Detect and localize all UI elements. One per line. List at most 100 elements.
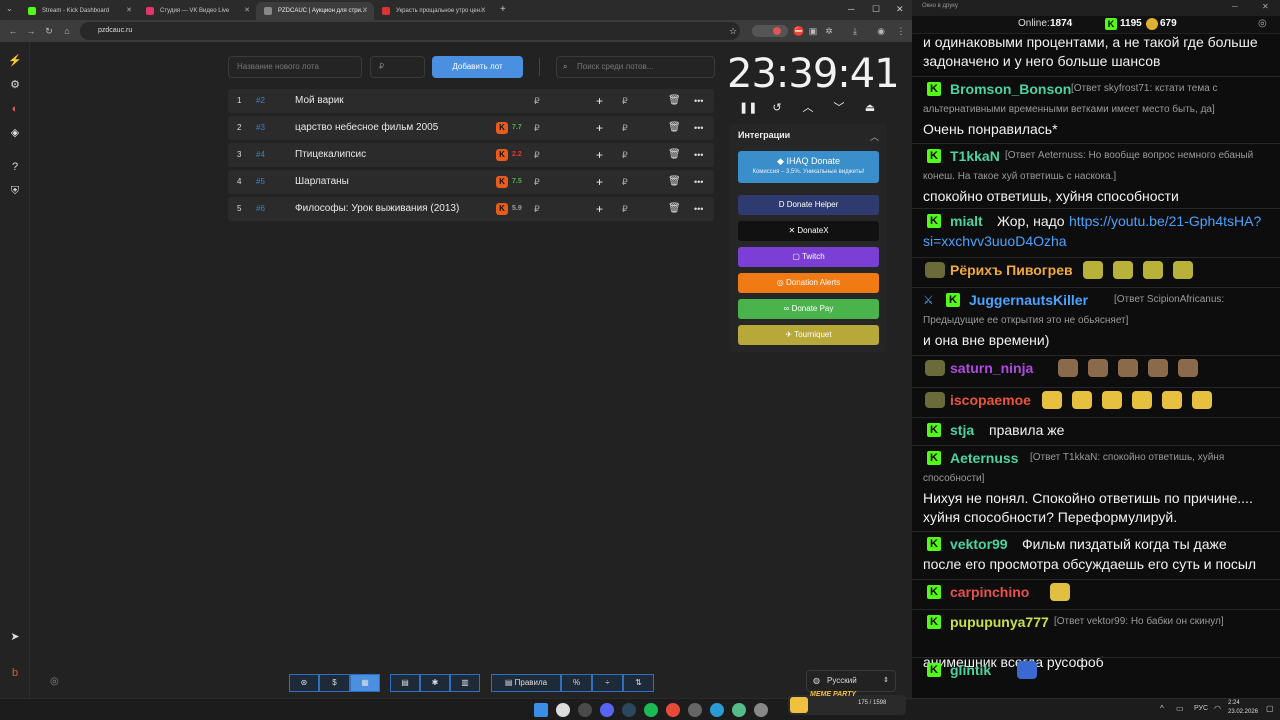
more-options-icon[interactable]: ••• [694, 143, 703, 167]
lot-id-link[interactable]: #6 [256, 197, 265, 221]
close-icon[interactable]: ✕ [244, 2, 250, 20]
help-icon[interactable]: ? [8, 160, 22, 174]
extension-icon[interactable] [773, 27, 781, 35]
tray-chevron-icon[interactable]: ^ [1160, 704, 1164, 713]
chat-username[interactable]: glintik [950, 660, 991, 680]
more-options-icon[interactable]: ••• [694, 170, 703, 194]
telegram-icon[interactable]: ➤ [8, 630, 22, 644]
settings-icon[interactable]: ⚙ [8, 78, 22, 92]
telegram-icon[interactable] [710, 703, 724, 717]
boosty-icon[interactable]: b [8, 666, 22, 680]
lot-row[interactable]: 2 #3 царство небесное фильм 2005 K 7.7 ₽ + ₽ 🗑 ••… [228, 116, 714, 140]
lot-name[interactable]: Птицекалипсис [295, 143, 366, 167]
close-icon[interactable]: ✕ [1262, 2, 1269, 11]
extension-icon[interactable]: ⛔ [792, 24, 806, 38]
lot-extra-amount[interactable]: ₽ [622, 89, 628, 113]
add-amount-icon[interactable]: + [596, 143, 603, 167]
percent-button[interactable]: % [561, 674, 592, 692]
clock-time[interactable]: 2:24 [1228, 700, 1240, 706]
eye-icon[interactable]: ◎ [50, 676, 59, 687]
chat-username[interactable]: pupupunya777 [950, 612, 1049, 632]
start-icon[interactable] [534, 703, 548, 717]
obs-icon[interactable] [578, 703, 592, 717]
divide-button[interactable]: ÷ [592, 674, 623, 692]
bookmark-star-icon[interactable]: ☆ [726, 24, 740, 38]
integration-button[interactable]: D Donate Helper [738, 195, 879, 215]
chat-username[interactable]: iscopaemoe [950, 390, 1031, 410]
reset-icon[interactable]: ↺ [770, 101, 784, 115]
network-icon[interactable]: ▭ [1176, 704, 1184, 713]
minimize-icon[interactable]: ─ [848, 4, 854, 14]
more-options-icon[interactable]: ••• [694, 89, 703, 113]
discord-icon[interactable] [600, 703, 614, 717]
tab-menu-icon[interactable]: ⌄ [6, 4, 13, 13]
lot-row[interactable]: 4 #5 Шарлатаны K 7.5 ₽ + ₽ 🗑 ••• [228, 170, 714, 194]
collapse-icon[interactable]: ︿ [870, 130, 879, 143]
lot-extra-amount[interactable]: ₽ [622, 116, 628, 140]
chat-link[interactable]: https://youtu.be/21-Gph4tsHA? [1069, 211, 1261, 231]
lot-id-link[interactable]: #4 [256, 143, 265, 167]
chat-username[interactable]: JuggernautsKiller [969, 290, 1088, 310]
bug-button[interactable]: ✱ [420, 674, 450, 692]
tab-video[interactable]: Украсть прощальное утро цен... ✕ [374, 2, 492, 20]
back-icon[interactable]: ← [6, 24, 20, 38]
chat-username[interactable]: saturn_ninja [950, 358, 1033, 378]
url-field[interactable]: pzdcauc.ru [80, 22, 740, 40]
rules-button[interactable]: ▤ Правила [491, 674, 561, 692]
extensions-pill[interactable] [752, 25, 788, 37]
language-select[interactable]: ◍ Русский ⇕ [806, 670, 896, 692]
tab-kick[interactable]: Stream - Kick Dashboard ✕ [20, 2, 138, 20]
integration-button[interactable]: ▢ Twitch [738, 247, 879, 267]
app-icon[interactable] [688, 703, 702, 717]
add-lot-button[interactable]: Добавить лот [432, 56, 523, 78]
integration-button[interactable]: ◆ IHAQ Donate Комиссия – 3,5%. Уникальные… [738, 151, 879, 183]
chat-username[interactable]: carpinchino [950, 582, 1029, 602]
lot-extra-amount[interactable]: ₽ [622, 170, 628, 194]
lot-name[interactable]: Философы: Урок выживания (2013) [295, 197, 459, 221]
trash-icon[interactable]: 🗑 [668, 170, 681, 194]
lot-amount[interactable]: ₽ [534, 197, 540, 221]
lot-name[interactable]: царство небесное фильм 2005 [295, 116, 438, 140]
lot-name[interactable]: Мой варик [295, 89, 344, 113]
lot-id-link[interactable]: #5 [256, 170, 265, 194]
tab-pzdcauc[interactable]: PZDCAUC | Аукцион для стри... ✕ [256, 2, 374, 20]
chrome-icon[interactable] [556, 703, 570, 717]
new-tab-icon[interactable]: + [500, 4, 506, 15]
more-options-icon[interactable]: ••• [694, 116, 703, 140]
increase-icon[interactable]: ︿ [801, 101, 815, 115]
app-icon[interactable] [666, 703, 680, 717]
app-icon[interactable] [754, 703, 768, 717]
github-button[interactable]: ⊛ [289, 674, 319, 692]
app-icon[interactable] [732, 703, 746, 717]
notification-icon[interactable]: ▢ [1266, 704, 1274, 713]
menu-dots-icon[interactable]: ⋮ [894, 24, 908, 38]
add-amount-icon[interactable]: + [596, 197, 603, 221]
integration-button[interactable]: ∞ Donate Pay [738, 299, 879, 319]
donate-button[interactable]: $ [319, 674, 350, 692]
lot-amount[interactable]: ₽ [534, 143, 540, 167]
lot-extra-amount[interactable]: ₽ [622, 143, 628, 167]
trash-icon[interactable]: 🗑 [668, 89, 681, 113]
lot-row[interactable]: 3 #4 Птицекалипсис K 2.2 ₽ + ₽ 🗑 ••• [228, 143, 714, 167]
forward-icon[interactable]: → [24, 24, 38, 38]
maximize-icon[interactable]: ☐ [872, 4, 880, 15]
add-amount-icon[interactable]: + [596, 116, 603, 140]
new-lot-input[interactable]: Название нового лота [228, 56, 362, 78]
shield-icon[interactable]: ⛨ [8, 184, 22, 198]
lot-price-input[interactable]: ₽ [370, 56, 425, 78]
close-icon[interactable]: ✕ [480, 2, 486, 20]
lot-id-link[interactable]: #3 [256, 116, 265, 140]
chat-link[interactable]: si=xxchvv3uuoD4Ozha [923, 231, 1067, 251]
trash-icon[interactable]: 🗑 [668, 116, 681, 140]
trash-icon[interactable]: 🗑 [668, 143, 681, 167]
wheel-icon[interactable]: ◐ [8, 102, 22, 116]
profile-icon[interactable]: ◉ [874, 24, 888, 38]
chat-username[interactable]: Bromson_Bonson [950, 79, 1071, 99]
cast-icon[interactable]: ▣ [806, 24, 820, 38]
meme-party-widget[interactable]: MEME PARTY 175 / 1598 [788, 691, 906, 715]
settings-icon[interactable]: ◎ [1258, 18, 1267, 29]
chat-username[interactable]: vektor99 [950, 534, 1008, 554]
add-amount-icon[interactable]: + [596, 89, 603, 113]
input-language[interactable]: РУС [1194, 705, 1208, 712]
table-view-button[interactable]: ▦ [350, 674, 380, 692]
